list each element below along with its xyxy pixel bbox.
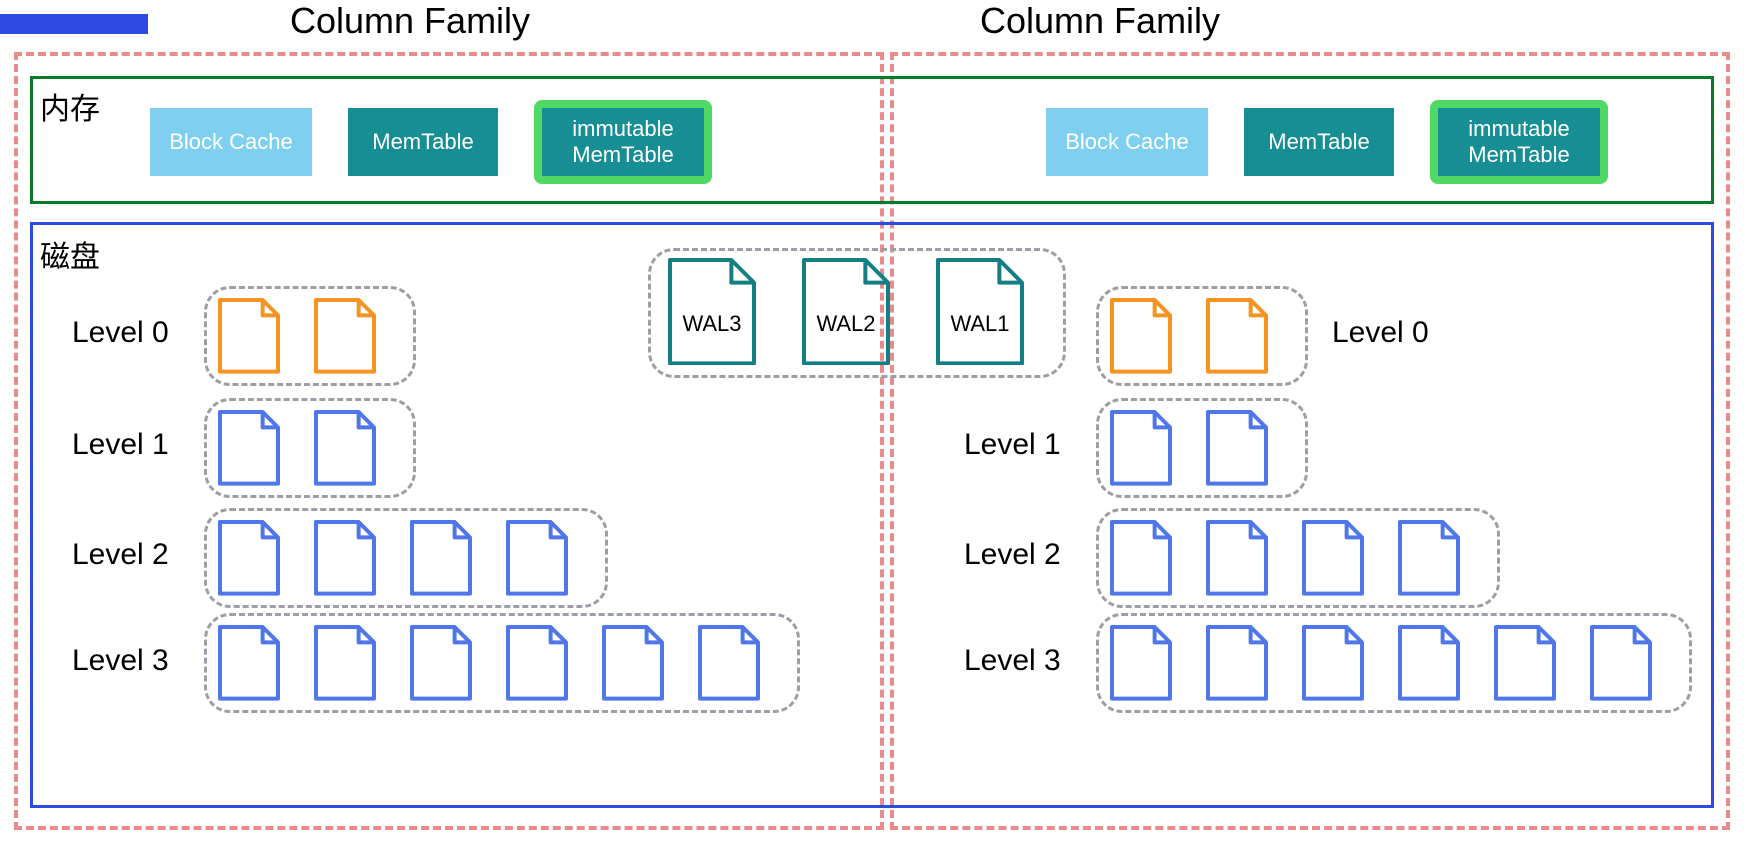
file-icon bbox=[1206, 625, 1268, 701]
svg-text:WAL2: WAL2 bbox=[816, 311, 875, 336]
disk-label: 磁盘 bbox=[40, 232, 100, 276]
immutable-memtable-right: immutable MemTable bbox=[1438, 108, 1600, 176]
sst-file bbox=[1110, 410, 1172, 491]
level-label: Level 1 bbox=[964, 428, 1061, 462]
sst-file bbox=[1206, 520, 1268, 601]
sst-file bbox=[218, 410, 280, 491]
wal-file: WAL3 bbox=[668, 258, 756, 370]
level-label: Level 2 bbox=[964, 538, 1061, 572]
sst-file bbox=[314, 520, 376, 601]
sst-file bbox=[1206, 410, 1268, 491]
file-icon bbox=[698, 625, 760, 701]
file-icon bbox=[1302, 625, 1364, 701]
file-icon bbox=[314, 298, 376, 374]
sst-file bbox=[314, 298, 376, 379]
file-icon bbox=[506, 625, 568, 701]
file-icon bbox=[218, 520, 280, 596]
top-bar bbox=[0, 14, 148, 34]
sst-file bbox=[218, 298, 280, 379]
file-icon bbox=[1398, 520, 1460, 596]
svg-text:WAL1: WAL1 bbox=[950, 311, 1009, 336]
file-icon bbox=[410, 520, 472, 596]
sst-file bbox=[1398, 520, 1460, 601]
sst-file bbox=[1110, 298, 1172, 379]
block-cache-left: Block Cache bbox=[150, 108, 312, 176]
wal-file: WAL1 bbox=[936, 258, 1024, 370]
level-label: Level 1 bbox=[72, 428, 169, 462]
file-icon bbox=[314, 625, 376, 701]
sst-file bbox=[1206, 298, 1268, 379]
sst-file bbox=[698, 625, 760, 706]
block-cache-right: Block Cache bbox=[1046, 108, 1208, 176]
file-icon: WAL2 bbox=[802, 258, 890, 365]
sst-file bbox=[1590, 625, 1652, 706]
file-icon bbox=[314, 520, 376, 596]
file-icon bbox=[410, 625, 472, 701]
sst-file bbox=[506, 625, 568, 706]
column-family-title-right: Column Family bbox=[980, 0, 1220, 42]
file-icon bbox=[314, 410, 376, 486]
sst-file bbox=[218, 625, 280, 706]
sst-file bbox=[1302, 625, 1364, 706]
immutable-memtable-left: immutable MemTable bbox=[542, 108, 704, 176]
memtable-left: MemTable bbox=[348, 108, 498, 176]
file-icon: WAL3 bbox=[668, 258, 756, 365]
column-family-title-left: Column Family bbox=[290, 0, 530, 42]
level-label: Level 2 bbox=[72, 538, 169, 572]
file-icon bbox=[1110, 298, 1172, 374]
file-icon bbox=[1494, 625, 1556, 701]
file-icon bbox=[218, 410, 280, 486]
sst-file bbox=[1398, 625, 1460, 706]
level-label: Level 3 bbox=[72, 644, 169, 678]
level-label: Level 0 bbox=[72, 316, 169, 350]
sst-file bbox=[506, 520, 568, 601]
file-icon bbox=[1302, 520, 1364, 596]
sst-file bbox=[1206, 625, 1268, 706]
level-label: Level 3 bbox=[964, 644, 1061, 678]
level-label: Level 0 bbox=[1332, 316, 1429, 350]
file-icon: WAL1 bbox=[936, 258, 1024, 365]
memtable-right: MemTable bbox=[1244, 108, 1394, 176]
sst-file bbox=[1110, 625, 1172, 706]
file-icon bbox=[1110, 410, 1172, 486]
sst-file bbox=[410, 625, 472, 706]
file-icon bbox=[1110, 520, 1172, 596]
file-icon bbox=[1398, 625, 1460, 701]
file-icon bbox=[1206, 298, 1268, 374]
wal-file: WAL2 bbox=[802, 258, 890, 370]
file-icon bbox=[218, 298, 280, 374]
sst-file bbox=[410, 520, 472, 601]
memory-label: 内存 bbox=[40, 84, 100, 128]
sst-file bbox=[314, 410, 376, 491]
diagram-root: { "colors":{ "orange":"#f59323", "blue":… bbox=[0, 0, 1744, 852]
file-icon bbox=[602, 625, 664, 701]
file-icon bbox=[218, 625, 280, 701]
file-icon bbox=[1206, 410, 1268, 486]
sst-file bbox=[1110, 520, 1172, 601]
sst-file bbox=[1494, 625, 1556, 706]
file-icon bbox=[1206, 520, 1268, 596]
svg-text:WAL3: WAL3 bbox=[682, 311, 741, 336]
file-icon bbox=[1590, 625, 1652, 701]
sst-file bbox=[1302, 520, 1364, 601]
sst-file bbox=[218, 520, 280, 601]
file-icon bbox=[1110, 625, 1172, 701]
sst-file bbox=[602, 625, 664, 706]
sst-file bbox=[314, 625, 376, 706]
file-icon bbox=[506, 520, 568, 596]
